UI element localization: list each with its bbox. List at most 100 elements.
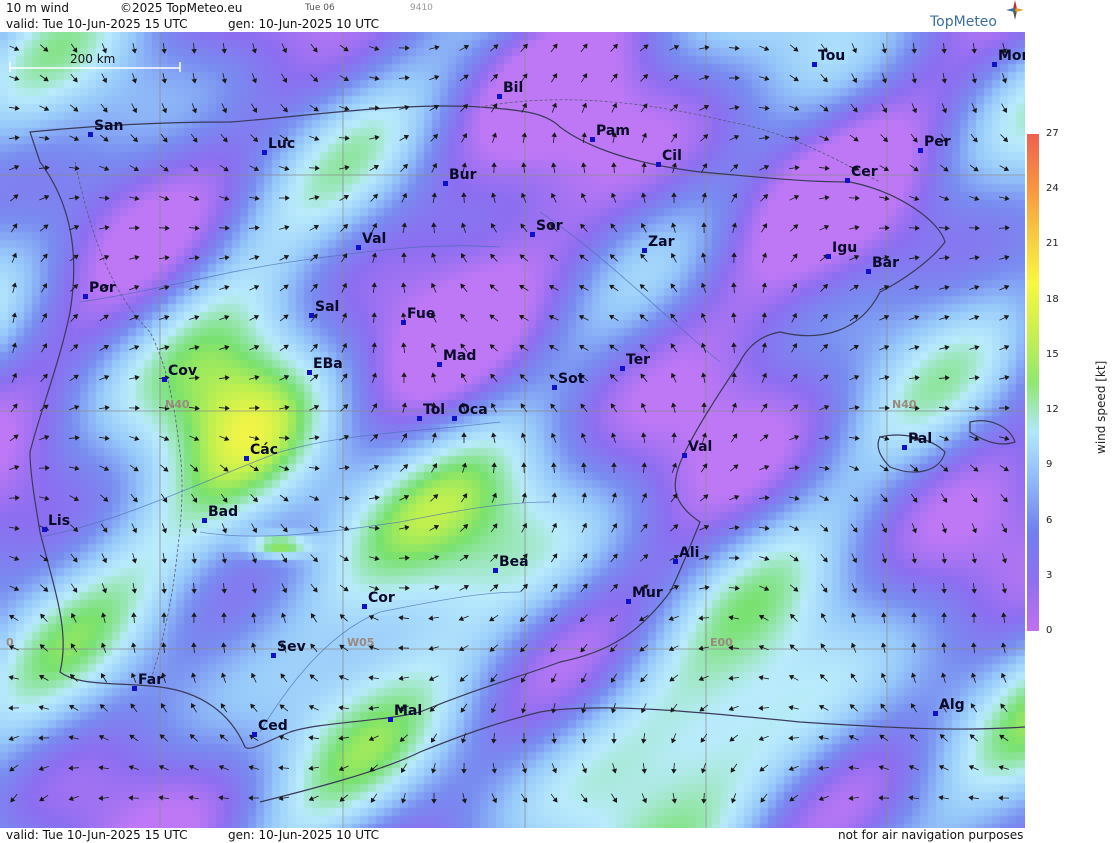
wind-arrow-head [915, 225, 920, 231]
city-label[interactable]: Mon [992, 48, 1025, 67]
wind-arrow-head [404, 75, 410, 81]
city-label[interactable]: Val [356, 231, 386, 250]
city-label[interactable]: Zar [642, 234, 675, 253]
city-label[interactable]: San [88, 118, 124, 137]
wind-arrow-head [704, 555, 710, 561]
wind-arrow-head [282, 47, 288, 54]
wind-arrow-head [463, 45, 470, 50]
wind-arrow-head [431, 222, 437, 228]
wind-arrow-head [582, 553, 588, 559]
wind-arrow-head [914, 255, 920, 261]
city-label[interactable]: Các [244, 442, 278, 461]
city-label[interactable]: Bea [493, 554, 529, 573]
city-label[interactable]: Ter [620, 352, 650, 371]
city-label[interactable]: Tou [812, 48, 846, 67]
city-label[interactable]: Bur [443, 167, 477, 186]
city-marker-icon [682, 453, 687, 458]
wind-arrow-head [405, 555, 410, 561]
wind-arrow-head [1004, 195, 1010, 201]
wind-arrow-head [283, 314, 289, 320]
wind-arrow-head [911, 612, 917, 617]
wind-arrow-head [761, 342, 767, 348]
city-label[interactable]: Pam [590, 123, 630, 142]
city-label[interactable]: Per [918, 134, 951, 153]
city-label[interactable]: Mur [626, 585, 663, 604]
city-label[interactable]: Val [682, 439, 712, 458]
copyright-text: ©2025 TopMeteo.eu [120, 1, 243, 15]
wind-arrow-head [941, 612, 947, 617]
city-label[interactable]: Far [132, 672, 163, 691]
footer-generated-time: gen: 10-Jun-2025 10 UTC [228, 828, 380, 842]
city-label[interactable]: Oca [452, 402, 488, 421]
wind-arrow-head [1001, 612, 1007, 618]
city-label[interactable]: Por [83, 280, 116, 299]
city-label[interactable]: Sor [530, 218, 563, 237]
city-marker-icon [493, 568, 498, 573]
wind-arrow-head [852, 557, 858, 564]
city-label[interactable]: Mad [437, 348, 476, 367]
wind-arrow-head [253, 315, 260, 320]
city-label[interactable]: EBa [307, 356, 343, 375]
wind-arrow-head [971, 612, 977, 617]
legend-tick-label: 18 [1046, 293, 1059, 305]
city-label[interactable]: Lis [42, 513, 70, 532]
city-label[interactable]: Sev [271, 639, 306, 658]
city-name: Fue [407, 306, 436, 322]
city-label[interactable]: Igu [826, 240, 857, 259]
city-name: Bar [872, 255, 900, 271]
wind-arrow-head [882, 107, 887, 114]
wind-arrow-head [971, 107, 978, 114]
city-label[interactable]: Cer [845, 164, 878, 183]
city-marker-icon [530, 232, 535, 237]
wind-arrow-head [9, 766, 15, 772]
wind-arrow-head [912, 497, 918, 503]
city-name: EBa [313, 356, 343, 372]
wind-arrow-head [104, 225, 110, 231]
city-label[interactable]: Sal [309, 299, 339, 318]
city-label[interactable]: Tol [417, 402, 445, 421]
city-name: Tou [818, 48, 846, 64]
city-label[interactable]: Alg [933, 697, 965, 716]
wind-arrow-head [701, 402, 707, 407]
wind-map[interactable]: 200 km N40 N40 W05 E00 0 San Luc Bil Tou Mon… [0, 32, 1025, 828]
wind-arrow-head [974, 314, 980, 321]
footer-bar: valid: Tue 10-Jun-2025 15 UTC gen: 10-Ju… [0, 828, 1025, 843]
brand-name: TopMeteo [930, 14, 997, 30]
wind-arrow-head [368, 705, 374, 711]
wind-arrow-head [461, 372, 466, 379]
city-label[interactable]: Cov [162, 363, 197, 382]
wind-arrow-head [131, 558, 137, 564]
city-label[interactable]: Bil [497, 80, 523, 99]
wind-arrow-head [701, 372, 707, 378]
wind-arrow-head [100, 642, 107, 648]
wind-arrow-head [283, 344, 289, 350]
wind-arrow-head [548, 345, 555, 350]
wind-arrow-head [974, 375, 980, 381]
wind-arrow-head [492, 523, 498, 529]
city-label[interactable]: Ced [252, 718, 288, 737]
city-label[interactable]: Bad [202, 504, 238, 523]
city-label[interactable]: Ali [673, 545, 699, 564]
city-label[interactable]: Fue [401, 306, 436, 325]
city-label[interactable]: Cor [362, 590, 395, 609]
wind-arrow-head [191, 108, 198, 114]
wind-arrow-head [161, 612, 167, 617]
wind-arrow-head [610, 192, 617, 198]
wind-arrow-head [734, 45, 740, 51]
wind-arrow-head [11, 282, 17, 288]
wind-arrow-head [68, 765, 74, 771]
city-label[interactable]: Sot [552, 371, 584, 390]
city-marker-icon [443, 181, 448, 186]
wind-arrow-head [788, 675, 795, 680]
city-label[interactable]: Luc [262, 136, 295, 155]
city-label[interactable]: Pal [902, 431, 932, 450]
city-label[interactable]: Cil [656, 148, 682, 167]
wind-arrow-head [282, 557, 287, 564]
wind-arrow-head [879, 734, 885, 740]
wind-arrow-head [164, 225, 170, 231]
city-label[interactable]: Mal [388, 703, 422, 722]
wind-arrow-head [371, 252, 377, 258]
wind-arrow-head [14, 105, 20, 111]
city-label[interactable]: Bar [866, 255, 900, 274]
wind-arrow-head [73, 135, 80, 142]
